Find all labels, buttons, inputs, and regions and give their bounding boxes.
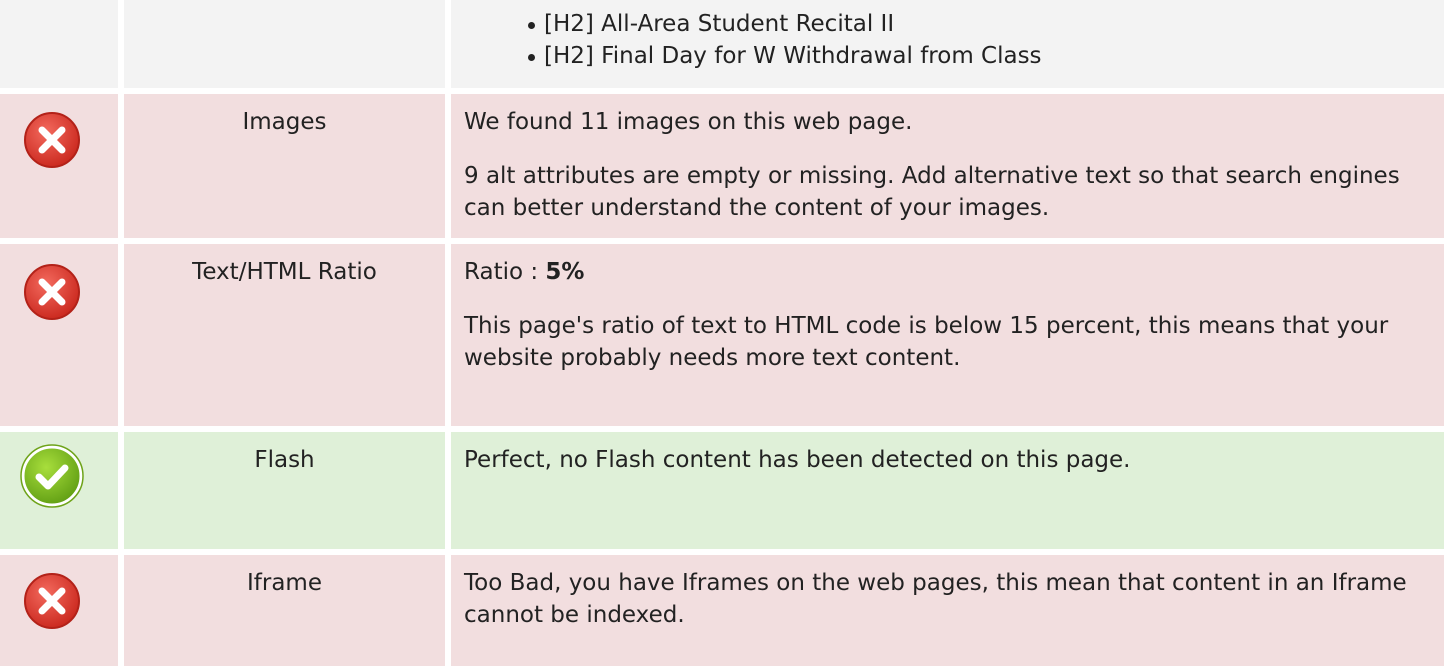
iframe-label-cell: Iframe [124,555,445,666]
ratio-value: 5% [545,259,585,285]
headings-list: [H2] All-Area Student Recital II [H2] Fi… [526,8,1444,72]
heading-item: [H2] Final Day for W Withdrawal from Cla… [526,40,1444,72]
headings-row: [H2] All-Area Student Recital II [H2] Fi… [0,0,1444,88]
headings-body-cell: [H2] All-Area Student Recital II [H2] Fi… [451,0,1444,88]
images-body-cell: We found 11 images on this web page. 9 a… [451,94,1444,238]
headings-label-cell [124,0,445,88]
ratio-label: Text/HTML Ratio [192,259,377,285]
error-icon [22,571,82,631]
flash-text: Perfect, no Flash content has been detec… [464,447,1131,473]
images-label: Images [242,109,327,135]
ratio-body-cell: Ratio : 5% This page's ratio of text to … [451,244,1444,426]
images-row: Images We found 11 images on this web pa… [0,94,1444,238]
ratio-icon-cell [0,244,118,426]
images-alt-text: 9 alt attributes are empty or missing. A… [464,163,1400,221]
ratio-label-cell: Text/HTML Ratio [124,244,445,426]
error-icon [22,262,82,322]
error-icon [22,110,82,170]
iframe-icon-cell [0,555,118,666]
images-icon-cell [0,94,118,238]
check-icon [20,444,84,508]
iframe-body-cell: Too Bad, you have Iframes on the web pag… [451,555,1444,666]
heading-item: [H2] All-Area Student Recital II [526,8,1444,40]
headings-icon-cell [0,0,118,88]
iframe-row: Iframe Too Bad, you have Iframes on the … [0,555,1444,666]
images-label-cell: Images [124,94,445,238]
iframe-text: Too Bad, you have Iframes on the web pag… [464,570,1407,628]
ratio-row: Text/HTML Ratio Ratio : 5% This page's r… [0,244,1444,426]
flash-icon-cell [0,432,118,549]
seo-report: [H2] All-Area Student Recital II [H2] Fi… [0,0,1444,666]
flash-label-cell: Flash [124,432,445,549]
flash-label: Flash [254,447,315,473]
ratio-explanation: This page's ratio of text to HTML code i… [464,313,1389,371]
flash-body-cell: Perfect, no Flash content has been detec… [451,432,1444,549]
flash-row: Flash Perfect, no Flash content has been… [0,432,1444,549]
ratio-prefix: Ratio : [464,259,546,285]
ratio-value-line: Ratio : 5% [464,256,1444,288]
iframe-label: Iframe [247,570,322,596]
images-count-text: We found 11 images on this web page. [464,109,913,135]
